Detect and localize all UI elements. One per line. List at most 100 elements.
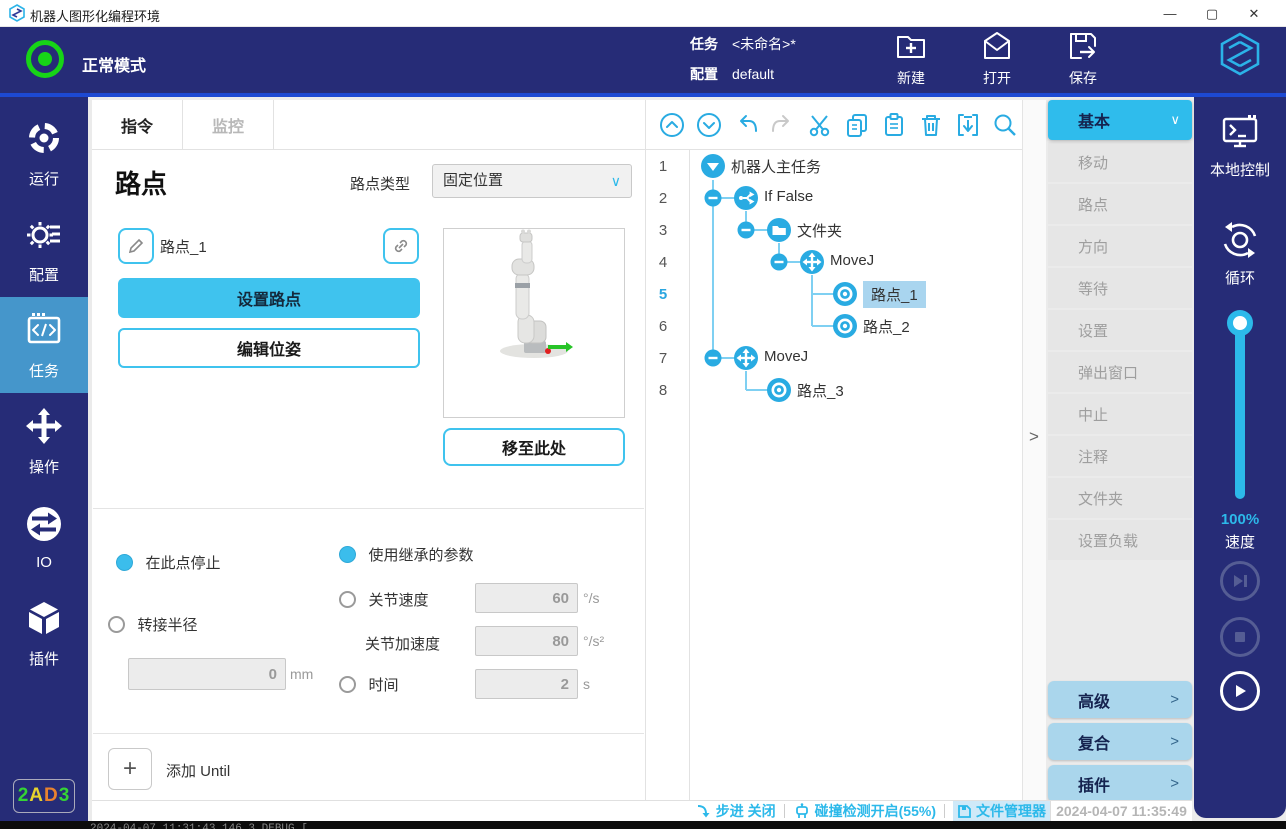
io-icon: [24, 504, 64, 548]
tree-connector: [745, 371, 747, 390]
waypoint-type-select[interactable]: 固定位置 ∨: [432, 164, 632, 198]
panel-expander[interactable]: >: [1022, 100, 1046, 800]
tree-node-8[interactable]: 路点_3: [797, 380, 844, 401]
time-unit: s: [583, 676, 590, 692]
tree-node-7[interactable]: MoveJ: [764, 348, 808, 365]
waypoint-type-label: 路点类型: [350, 173, 410, 194]
time-input[interactable]: 2: [475, 669, 578, 699]
waypoint-icon[interactable]: [832, 281, 858, 307]
add-until-button[interactable]: +: [108, 748, 152, 790]
folder-icon[interactable]: [766, 217, 792, 243]
close-button[interactable]: ✕: [1234, 0, 1274, 27]
loop-label: 循环: [1225, 267, 1255, 288]
step-mode-status[interactable]: 步进 关闭: [696, 801, 776, 821]
loop-button[interactable]: 循环: [1194, 219, 1286, 288]
joint-accel-label: 关节加速度: [365, 633, 440, 654]
radio-on-icon: [116, 554, 133, 571]
waypoint-icon[interactable]: [766, 377, 792, 403]
tree-node-1[interactable]: 机器人主任务: [731, 156, 821, 177]
radio-off-icon: [339, 591, 356, 608]
minimize-button[interactable]: —: [1150, 0, 1190, 27]
sidebar-item-operate[interactable]: 操作: [0, 393, 88, 489]
badge-char: D: [44, 785, 59, 807]
sidebar-item-config[interactable]: 配置: [0, 201, 88, 297]
config-row: 配置default: [690, 64, 774, 84]
collapse-minus-icon[interactable]: [704, 189, 722, 207]
local-control-button[interactable]: 本地控制: [1194, 113, 1286, 180]
collapse-icon[interactable]: [700, 153, 726, 179]
tree-node-6[interactable]: 路点_2: [863, 316, 910, 337]
stop-button[interactable]: [1220, 617, 1260, 657]
window-titlebar: 机器人图形化编程环境 — ▢ ✕: [0, 0, 1286, 27]
collapse-minus-icon[interactable]: [737, 221, 755, 239]
tree-node-5[interactable]: 路点_1: [863, 281, 926, 308]
movej-icon[interactable]: [799, 249, 825, 275]
set-waypoint-button[interactable]: 设置路点: [118, 278, 420, 318]
palette-group-composite[interactable]: 复合>: [1048, 723, 1192, 760]
radio-off-icon: [339, 676, 356, 693]
joint-speed-unit: °/s: [583, 590, 600, 606]
collision-status[interactable]: 碰撞检测开启(55%): [793, 801, 936, 821]
mode-indicator-icon: [26, 40, 64, 78]
robot-preview: [443, 228, 625, 418]
save-button[interactable]: 保存: [1052, 29, 1114, 88]
tree-node-3[interactable]: 文件夹: [797, 220, 842, 241]
blend-radius-input[interactable]: 0: [128, 658, 286, 690]
play-button[interactable]: [1220, 671, 1260, 711]
stop-here-radio[interactable]: 在此点停止: [116, 552, 220, 573]
file-manager-status[interactable]: 文件管理器: [953, 801, 1050, 822]
tree-connector: [812, 293, 834, 295]
inherit-params-radio[interactable]: 使用继承的参数: [339, 544, 473, 565]
tree-node-2[interactable]: If False: [764, 188, 813, 205]
new-label: 新建: [897, 68, 925, 88]
palette-group-advanced[interactable]: 高级>: [1048, 681, 1192, 718]
collapse-minus-icon[interactable]: [704, 349, 722, 367]
collision-icon: [793, 803, 811, 819]
floppy-icon: [957, 804, 972, 819]
waypoint-icon[interactable]: [832, 313, 858, 339]
palette-item-folder: 文件夹: [1048, 478, 1192, 518]
joint-accel-input[interactable]: 80: [475, 626, 578, 656]
time-radio[interactable]: 时间: [339, 674, 398, 695]
move-icon: [24, 406, 64, 450]
terminal-icon: [1219, 113, 1261, 153]
rename-waypoint-button[interactable]: [118, 228, 154, 264]
sidebar-item-task[interactable]: 任务: [0, 297, 88, 393]
tab-command[interactable]: 指令: [92, 100, 183, 150]
right-sidebar: 本地控制 循环 100% 速度: [1194, 97, 1286, 818]
speed-slider-handle[interactable]: [1227, 310, 1253, 336]
palette-group-plugin[interactable]: 插件>: [1048, 765, 1192, 802]
joint-speed-input[interactable]: 60: [475, 583, 578, 613]
collapse-minus-icon[interactable]: [770, 253, 788, 271]
palette-item-payload: 设置负载: [1048, 520, 1192, 560]
new-button[interactable]: 新建: [880, 29, 942, 88]
edit-pose-button[interactable]: 编辑位姿: [118, 328, 420, 368]
save-icon: [1066, 29, 1100, 66]
step-forward-button[interactable]: [1220, 561, 1260, 601]
sidebar-item-label: IO: [36, 554, 52, 571]
open-button[interactable]: 打开: [966, 29, 1028, 88]
maximize-button[interactable]: ▢: [1192, 0, 1232, 27]
task-tree-panel: 12345678 机器人主任务If False文件夹MoveJ路点_1路点_2M…: [645, 100, 1022, 800]
link-waypoint-button[interactable]: [383, 228, 419, 264]
radio-on-icon: [339, 546, 356, 563]
joint-speed-radio[interactable]: 关节速度: [339, 589, 428, 610]
tab-monitor[interactable]: 监控: [183, 100, 274, 150]
branch-icon[interactable]: [733, 185, 759, 211]
sidebar-item-plugin[interactable]: 插件: [0, 585, 88, 681]
movej-icon[interactable]: [733, 345, 759, 371]
tree-node-4[interactable]: MoveJ: [830, 252, 874, 269]
tree-connector: [812, 325, 834, 327]
palette-group-label: 复合: [1078, 730, 1110, 754]
palette-group-basic[interactable]: 基本 ∨: [1048, 100, 1192, 140]
sidebar-item-run[interactable]: 运行: [0, 105, 88, 201]
blend-radius-radio[interactable]: 转接半径: [108, 614, 197, 635]
open-icon: [980, 29, 1014, 66]
radio-off-icon: [108, 616, 125, 633]
badge-char: A: [29, 785, 44, 807]
sidebar-item-io[interactable]: IO: [0, 489, 88, 585]
task-label: 任务: [690, 36, 718, 52]
move-here-button[interactable]: 移至此处: [443, 428, 625, 466]
form-divider: [93, 508, 644, 509]
speed-slider-track[interactable]: [1235, 319, 1245, 499]
